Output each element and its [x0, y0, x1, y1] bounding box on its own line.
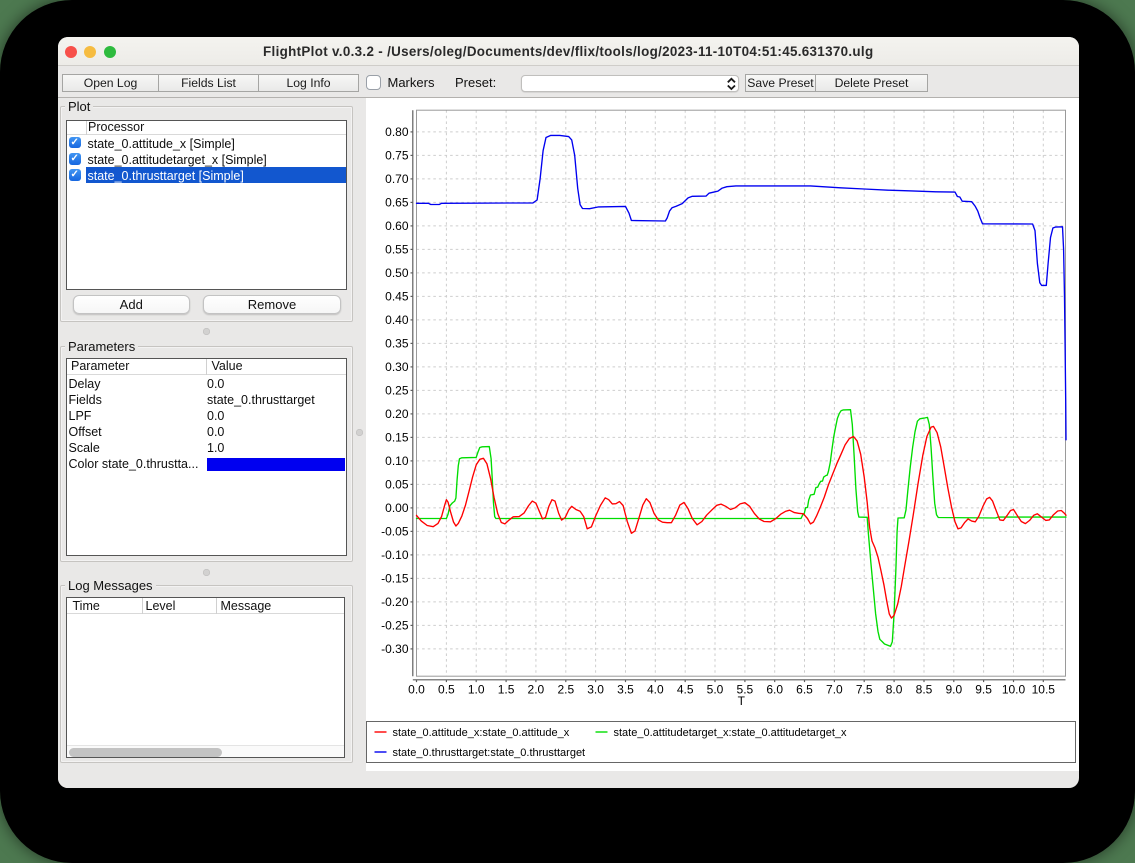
svg-text:0.50: 0.50: [385, 266, 409, 280]
svg-text:-0.20: -0.20: [381, 595, 409, 609]
svg-text:9.0: 9.0: [945, 683, 962, 697]
svg-text:state_0.attitude_x:state_0.att: state_0.attitude_x:state_0.attitude_x: [393, 726, 570, 738]
svg-text:0.15: 0.15: [385, 431, 409, 445]
svg-text:0.55: 0.55: [385, 243, 409, 257]
svg-text:0.75: 0.75: [385, 149, 409, 163]
svg-text:-0.30: -0.30: [381, 642, 409, 656]
svg-text:0.65: 0.65: [385, 196, 409, 210]
svg-text:state_0.attitudetarget_x:state: state_0.attitudetarget_x:state_0.attitud…: [614, 726, 847, 738]
svg-text:0.60: 0.60: [385, 219, 409, 233]
svg-text:1.5: 1.5: [497, 683, 514, 697]
svg-text:2.0: 2.0: [527, 683, 544, 697]
svg-text:10.0: 10.0: [1001, 683, 1025, 697]
svg-text:6.5: 6.5: [796, 683, 813, 697]
svg-text:0.45: 0.45: [385, 290, 409, 304]
svg-text:9.5: 9.5: [975, 683, 992, 697]
svg-text:2.5: 2.5: [557, 683, 574, 697]
svg-text:4.5: 4.5: [676, 683, 693, 697]
svg-text:8.5: 8.5: [915, 683, 932, 697]
svg-text:8.0: 8.0: [885, 683, 902, 697]
svg-text:0.70: 0.70: [385, 172, 409, 186]
svg-text:T: T: [737, 694, 745, 708]
svg-text:0.80: 0.80: [385, 125, 409, 139]
svg-text:0.40: 0.40: [385, 313, 409, 327]
svg-text:0.00: 0.00: [385, 501, 409, 515]
svg-text:-0.15: -0.15: [381, 572, 409, 586]
svg-text:0.05: 0.05: [385, 478, 409, 492]
svg-text:0.5: 0.5: [438, 683, 455, 697]
svg-text:0.0: 0.0: [408, 683, 425, 697]
svg-text:10.5: 10.5: [1031, 683, 1055, 697]
svg-text:-0.25: -0.25: [381, 619, 409, 633]
svg-text:3.0: 3.0: [587, 683, 604, 697]
svg-text:0.30: 0.30: [385, 360, 409, 374]
svg-text:6.0: 6.0: [766, 683, 783, 697]
svg-text:5.0: 5.0: [706, 683, 723, 697]
svg-text:3.5: 3.5: [617, 683, 634, 697]
svg-text:-0.05: -0.05: [381, 525, 409, 539]
svg-text:7.5: 7.5: [855, 683, 872, 697]
svg-text:0.25: 0.25: [385, 384, 409, 398]
svg-text:0.20: 0.20: [385, 407, 409, 421]
svg-text:0.35: 0.35: [385, 337, 409, 351]
svg-text:1.0: 1.0: [467, 683, 484, 697]
svg-text:-0.10: -0.10: [381, 548, 409, 562]
svg-text:state_0.thrusttarget:state_0.t: state_0.thrusttarget:state_0.thrusttarge…: [393, 746, 586, 758]
svg-text:7.0: 7.0: [826, 683, 843, 697]
svg-text:4.0: 4.0: [646, 683, 663, 697]
svg-text:0.10: 0.10: [385, 454, 409, 468]
